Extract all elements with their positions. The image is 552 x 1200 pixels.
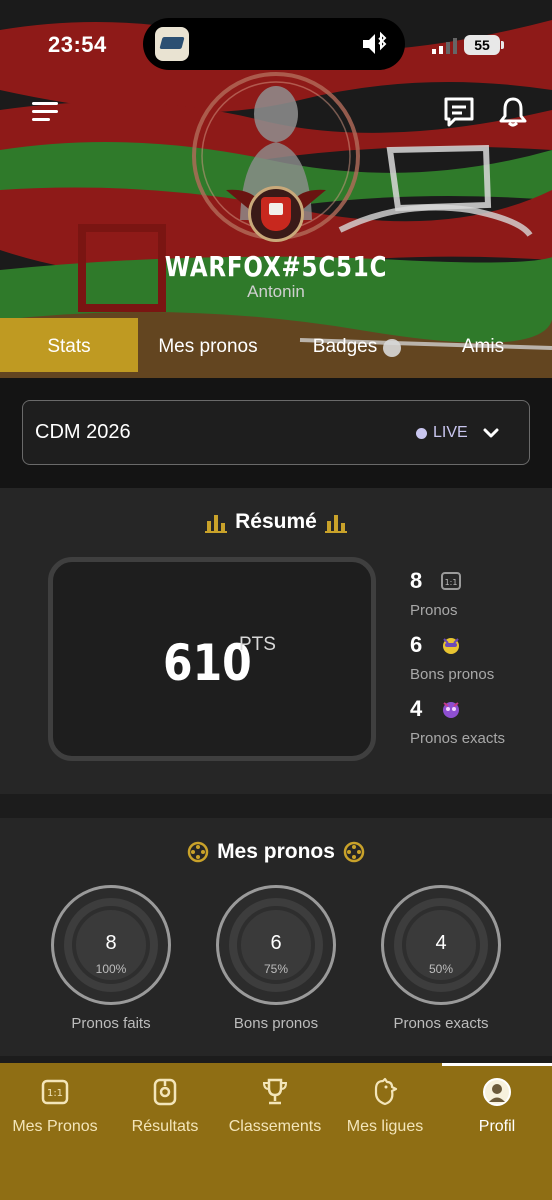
ring-label: Bons pronos bbox=[233, 1015, 319, 1032]
resume-title: Résumé bbox=[0, 510, 552, 534]
ring-center: 8 100% bbox=[72, 906, 150, 984]
chevron-down-icon[interactable] bbox=[481, 423, 501, 443]
svg-text:1:1: 1:1 bbox=[47, 1088, 63, 1099]
ring-pronos-faits: 8 100% Pronos faits bbox=[50, 885, 172, 1032]
status-time: 23:54 bbox=[48, 32, 107, 57]
ring-value: 4 bbox=[435, 932, 447, 954]
nav-label: Mes Pronos bbox=[12, 1118, 98, 1135]
nav-mes-pronos[interactable]: 1:1 Mes Pronos bbox=[0, 1077, 110, 1136]
club-badge-icon bbox=[248, 186, 304, 242]
ring-value: 6 bbox=[270, 932, 282, 954]
tab-stats[interactable]: Stats bbox=[0, 318, 138, 372]
points-unit: PTS bbox=[239, 634, 276, 655]
nav-active-indicator bbox=[442, 1063, 552, 1066]
ring-center: 6 75% bbox=[237, 906, 315, 984]
mascot-yellow-icon bbox=[443, 638, 460, 654]
svg-text:1:1: 1:1 bbox=[445, 578, 458, 587]
profile-real-name: Antonin bbox=[247, 282, 305, 301]
dynamic-island bbox=[143, 18, 405, 70]
ring-percent: 100% bbox=[95, 962, 127, 976]
rooster-icon bbox=[374, 1077, 398, 1106]
progress-ring: 8 100% bbox=[51, 885, 171, 1005]
tab-badges[interactable]: Badges bbox=[300, 318, 390, 372]
tab-mes-pronos[interactable]: Mes pronos bbox=[148, 318, 268, 372]
battery-indicator: 55 bbox=[464, 35, 500, 55]
progress-ring: 4 50% bbox=[381, 885, 501, 1005]
score-box-icon: 1:1 bbox=[41, 1079, 69, 1105]
stat-pronos: 8 1:1 Pronos bbox=[410, 568, 462, 619]
profile-tabs: Stats Mes pronos Badges Amis bbox=[0, 318, 552, 372]
messages-icon[interactable] bbox=[443, 96, 475, 128]
ring-label: Pronos exacts bbox=[393, 1015, 489, 1032]
resume-title-text: Résumé bbox=[235, 510, 317, 533]
stat-bons-pronos: 6 Bons pronos bbox=[410, 632, 494, 683]
nav-label: Résultats bbox=[131, 1118, 199, 1135]
nav-label: Profil bbox=[478, 1118, 516, 1135]
competition-name: CDM 2026 bbox=[35, 421, 131, 443]
whistle-icon bbox=[153, 1078, 177, 1106]
ring-value: 8 bbox=[105, 932, 117, 954]
points-box: 610 PTS bbox=[48, 557, 376, 761]
stat-bons-pronos-label: Bons pronos bbox=[410, 666, 495, 683]
live-dot-icon bbox=[416, 428, 427, 439]
stat-pronos-exacts-value: 4 bbox=[410, 696, 423, 721]
competition-selector[interactable]: CDM 2026 LIVE bbox=[22, 400, 530, 465]
tab-amis[interactable]: Amis bbox=[448, 318, 518, 372]
ring-label: Pronos faits bbox=[71, 1015, 151, 1032]
battery-tip bbox=[501, 41, 504, 49]
mes-pronos-title: Mes pronos bbox=[0, 840, 552, 864]
nav-resultats[interactable]: Résultats bbox=[110, 1077, 220, 1136]
nav-classements[interactable]: Classements bbox=[220, 1077, 330, 1136]
bluetooth-audio-icon bbox=[363, 31, 387, 54]
film-reel-icon bbox=[343, 842, 365, 863]
nav-profil[interactable]: Profil bbox=[442, 1077, 552, 1136]
nav-label: Mes ligues bbox=[346, 1118, 424, 1135]
bar-chart-icon bbox=[205, 515, 228, 534]
mascot-purple-icon bbox=[443, 702, 460, 718]
live-status: LIVE bbox=[433, 424, 468, 441]
progress-ring: 6 75% bbox=[216, 885, 336, 1005]
stat-bons-pronos-value: 6 bbox=[410, 632, 423, 657]
avatar-icon bbox=[483, 1078, 511, 1106]
trophy-icon bbox=[262, 1078, 288, 1105]
stat-pronos-exacts-label: Pronos exacts bbox=[410, 730, 506, 747]
bottom-navigation: 1:1 Mes Pronos Résultats Classements Mes… bbox=[0, 1063, 552, 1200]
profile-username: WARFOX#5C51C bbox=[164, 250, 388, 283]
stat-pronos-value: 8 bbox=[410, 568, 423, 593]
ring-pronos-exacts: 4 50% Pronos exacts bbox=[380, 885, 502, 1032]
ring-percent: 75% bbox=[263, 962, 289, 976]
notifications-bell-icon[interactable] bbox=[498, 96, 528, 128]
ring-center: 4 50% bbox=[402, 906, 480, 984]
nav-label: Classements bbox=[228, 1118, 322, 1135]
ring-percent: 50% bbox=[428, 962, 454, 976]
bar-chart-icon bbox=[324, 515, 347, 534]
ring-bons-pronos: 6 75% Bons pronos bbox=[215, 885, 337, 1032]
stat-pronos-label: Pronos bbox=[410, 602, 458, 619]
stat-pronos-exacts: 4 Pronos exacts bbox=[410, 696, 505, 747]
now-playing-app-icon bbox=[155, 27, 189, 61]
cellular-signal-icon bbox=[432, 38, 457, 54]
film-reel-icon bbox=[187, 842, 209, 863]
nav-mes-ligues[interactable]: Mes ligues bbox=[330, 1077, 440, 1136]
score-box-icon: 1:1 bbox=[441, 572, 462, 590]
hamburger-menu-icon[interactable] bbox=[30, 100, 60, 124]
mes-pronos-title-text: Mes pronos bbox=[217, 840, 335, 863]
